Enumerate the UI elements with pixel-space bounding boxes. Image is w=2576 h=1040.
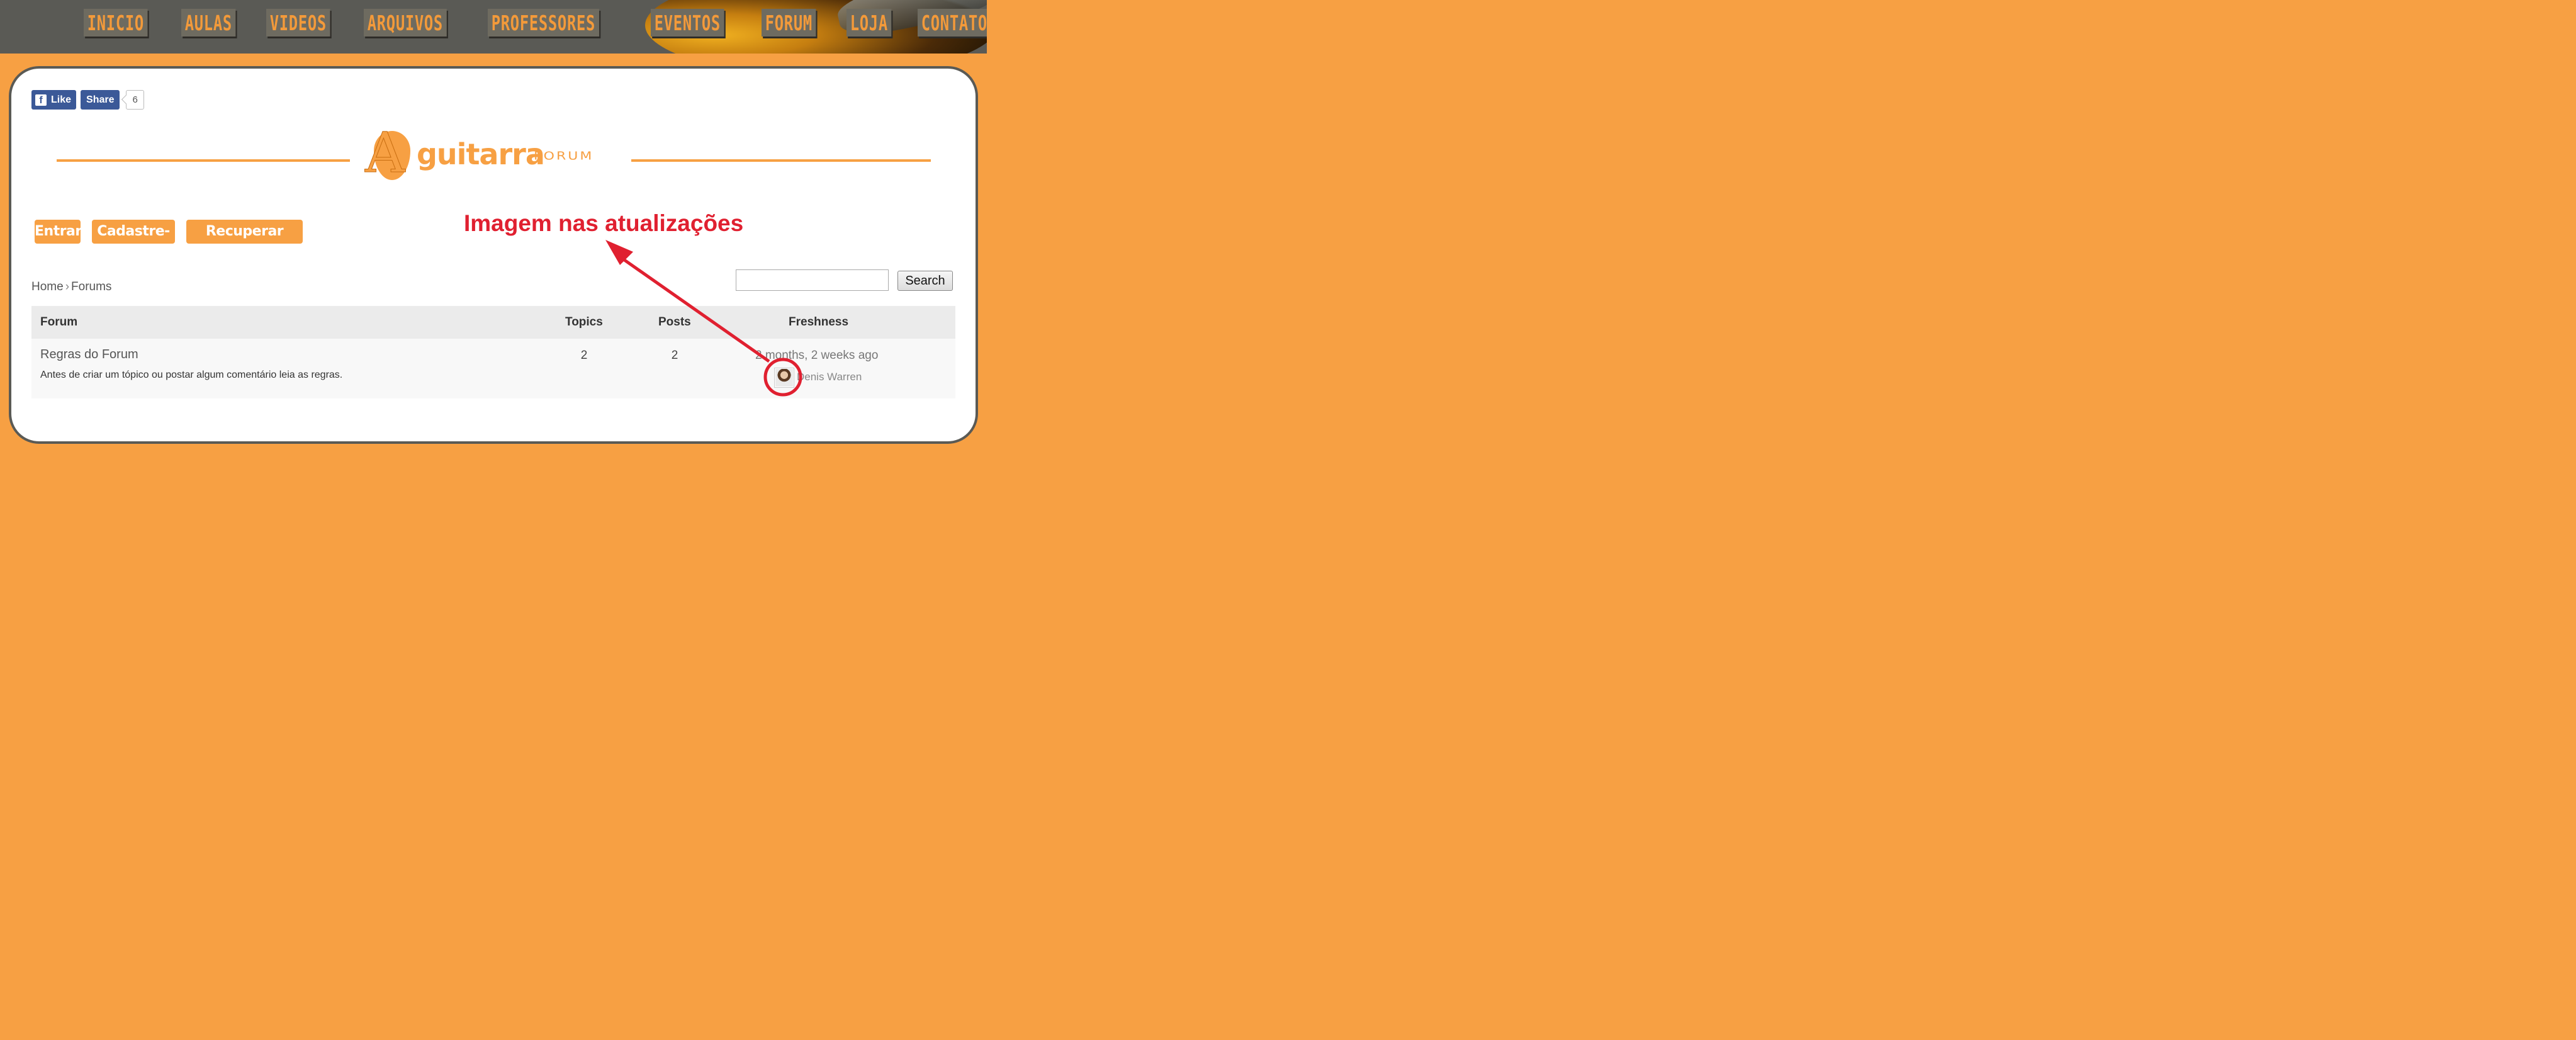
forum-title-link[interactable]: Regras do Forum (40, 348, 138, 362)
posts-count: 2 (671, 349, 678, 362)
search-input[interactable] (736, 269, 889, 291)
logo-word: guitarra (417, 137, 545, 171)
share-count: 6 (126, 90, 144, 110)
logo-divider-right (631, 159, 931, 162)
like-label: Like (51, 94, 72, 105)
table-row: Regras do Forum Antes de criar um tópico… (31, 339, 955, 398)
social-buttons: f Like Share 6 (31, 90, 144, 110)
nav-item-contato[interactable]: CONTATO (918, 9, 987, 37)
author-link[interactable]: Denis Warren (797, 371, 862, 383)
nav-item-eventos[interactable]: EVENTOS (651, 9, 724, 37)
logo-forum-text: FORUM (534, 150, 594, 163)
header-posts: Posts (658, 315, 691, 329)
nav-item-inicio[interactable]: INICIO (84, 9, 148, 37)
login-button[interactable]: Entrar (35, 220, 82, 244)
main-nav: INICIO AULAS VIDEOS ARQUIVOS PROFESSORES… (84, 9, 987, 37)
nav-item-loja[interactable]: LOJA (846, 9, 892, 37)
nav-item-aulas[interactable]: AULAS (181, 9, 236, 37)
nav-item-professores[interactable]: PROFESSORES (487, 9, 599, 37)
facebook-f-icon: f (35, 94, 47, 106)
breadcrumb-current: Forums (71, 280, 112, 293)
top-navigation-bar: INICIO AULAS VIDEOS ARQUIVOS PROFESSORES… (0, 0, 987, 54)
forum-description: Antes de criar um tópico ou postar algum… (40, 370, 343, 380)
freshness-link[interactable]: 2 months, 2 weeks ago (755, 349, 878, 363)
header-freshness: Freshness (789, 315, 849, 329)
header-forum: Forum (40, 315, 78, 329)
register-button[interactable]: Cadastre-se (92, 220, 175, 263)
topics-count: 2 (580, 349, 588, 362)
facebook-share-button[interactable]: Share (81, 90, 120, 110)
search-button[interactable]: Search (897, 271, 953, 291)
breadcrumb: Home › Forums (31, 280, 111, 294)
facebook-like-button[interactable]: f Like (31, 90, 77, 110)
author-avatar[interactable] (774, 368, 794, 388)
forum-table-header: Forum Topics Posts Freshness (31, 306, 955, 339)
avatar-image (775, 369, 793, 387)
header-topics: Topics (565, 315, 603, 329)
logo-divider-left (57, 159, 350, 162)
breadcrumb-home[interactable]: Home (31, 280, 64, 293)
recover-password-button[interactable]: Recuperar Senha (186, 220, 303, 263)
nav-item-forum[interactable]: FORUM (762, 9, 817, 37)
logo-letter: A (365, 120, 406, 185)
breadcrumb-separator: › (65, 280, 70, 293)
site-logo[interactable]: A guitarra FORUM (365, 120, 623, 185)
nav-item-videos[interactable]: VIDEOS (266, 9, 330, 37)
annotation-label: Imagem nas atualizações (464, 210, 744, 236)
nav-item-arquivos[interactable]: ARQUIVOS (363, 9, 447, 37)
